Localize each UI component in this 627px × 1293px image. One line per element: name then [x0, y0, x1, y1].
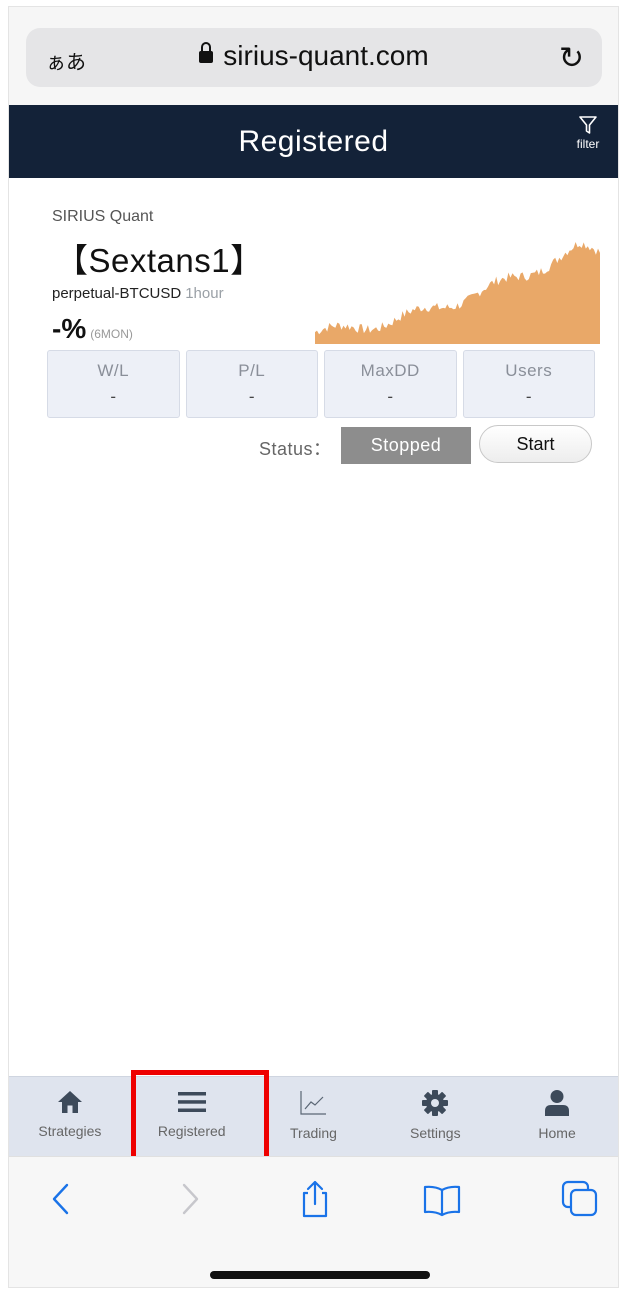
stat-value: -: [525, 387, 532, 406]
stat-label: P/L: [238, 361, 266, 380]
strategy-brand: SIRIUS Quant: [52, 208, 154, 225]
stat-maxdd: MaxDD -: [324, 350, 457, 418]
stat-label: MaxDD: [360, 361, 420, 380]
tab-label: Trading: [290, 1125, 337, 1141]
start-button[interactable]: Start: [479, 425, 592, 463]
tabs-icon[interactable]: [560, 1179, 600, 1219]
tab-label: Settings: [409, 1125, 461, 1141]
stat-pl: P/L -: [185, 350, 318, 418]
timeframe: 1hour: [185, 285, 224, 302]
stat-label: Users: [505, 361, 553, 380]
status-label: Status：: [259, 439, 332, 459]
tab-label: Registered: [157, 1123, 226, 1139]
stat-wl: W/L -: [47, 350, 180, 418]
stat-value: -: [387, 387, 394, 406]
app-header: Registered filter: [9, 105, 618, 178]
stat-users: Users -: [462, 350, 595, 418]
status-badge: Stopped: [341, 427, 471, 464]
filter-button[interactable]: filter: [570, 115, 606, 151]
return-value: -%: [52, 313, 87, 344]
tab-home[interactable]: Home: [496, 1077, 618, 1156]
tab-settings[interactable]: Settings: [374, 1077, 496, 1156]
forward-icon[interactable]: [169, 1179, 209, 1219]
url-display[interactable]: sirius-quant.com: [26, 40, 602, 72]
bottom-tab-bar: Strategies Registered Trading Settings H…: [9, 1076, 618, 1156]
tab-label: Strategies: [38, 1123, 102, 1139]
home-icon: [57, 1091, 82, 1113]
share-icon[interactable]: [295, 1179, 335, 1219]
line-chart-icon: [300, 1091, 327, 1115]
lock-icon: [199, 42, 214, 63]
status-row: Status： Stopped Start: [9, 425, 618, 465]
user-icon: [545, 1090, 570, 1116]
stat-label: W/L: [97, 361, 130, 380]
home-indicator: [210, 1271, 430, 1279]
browser-toolbar: [9, 1156, 618, 1287]
return-period: (6MON): [90, 327, 133, 341]
strategy-pair: perpetual-BTCUSD 1hour: [52, 285, 224, 302]
reload-icon[interactable]: ↻: [559, 41, 584, 76]
stat-value: -: [248, 387, 255, 406]
pair-symbol: perpetual-BTCUSD: [52, 285, 182, 302]
tab-strategies[interactable]: Strategies: [9, 1077, 131, 1156]
stat-value: -: [110, 387, 117, 406]
url-text: sirius-quant.com: [223, 40, 429, 71]
tab-registered[interactable]: Registered: [131, 1077, 253, 1156]
performance-sparkline: [315, 242, 600, 344]
tab-trading[interactable]: Trading: [253, 1077, 375, 1156]
filter-label: filter: [576, 137, 600, 151]
tab-label: Home: [538, 1125, 576, 1141]
bookmarks-icon[interactable]: [422, 1179, 462, 1219]
strategy-card[interactable]: SIRIUS Quant 【Sextans1】 perpetual-BTCUSD…: [9, 178, 618, 478]
return-percent: -% (6MON): [52, 313, 133, 345]
url-field[interactable]: ぁあ sirius-quant.com ↻: [26, 28, 602, 87]
strategy-name: 【Sextans1】: [55, 242, 264, 279]
page-title: Registered: [238, 125, 389, 158]
browser-address-bar: ぁあ sirius-quant.com ↻: [9, 7, 618, 105]
back-icon[interactable]: [42, 1179, 82, 1219]
list-icon: [177, 1092, 206, 1112]
phone-frame: ぁあ sirius-quant.com ↻ Registered filter …: [8, 6, 619, 1288]
sparkline-area: [315, 242, 600, 344]
filter-icon: [579, 116, 597, 134]
stats-row: W/L - P/L - MaxDD - Users -: [47, 350, 595, 418]
gear-icon: [422, 1090, 449, 1116]
